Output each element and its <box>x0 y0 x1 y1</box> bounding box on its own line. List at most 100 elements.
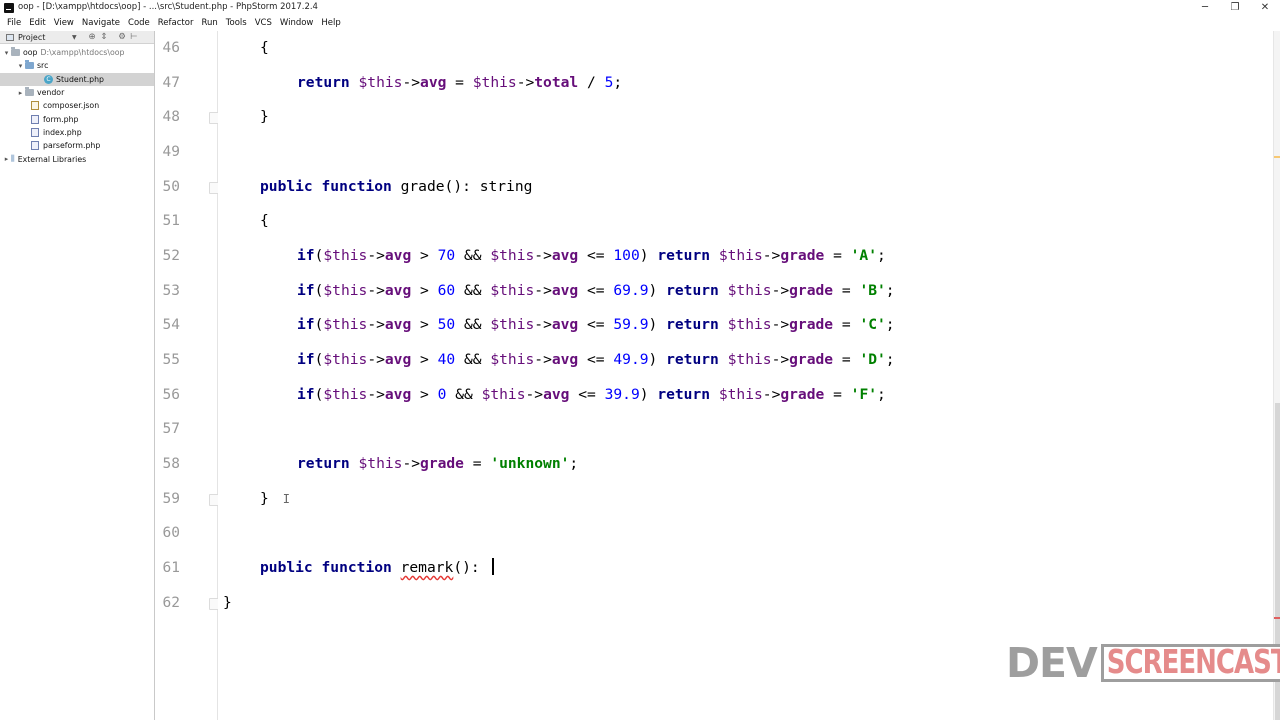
line-number: 59 <box>162 491 180 507</box>
php-class-icon: C <box>44 74 53 84</box>
line-number: 60 <box>162 525 180 541</box>
close-button[interactable]: ✕ <box>1250 0 1280 16</box>
tree-item-index-php[interactable]: index.php <box>0 126 154 139</box>
tree-item-label: composer.json <box>43 101 100 111</box>
tree-item-parseform-php[interactable]: parseform.php <box>0 139 154 152</box>
watermark-screencast-box: SCREENCAST <box>1100 644 1280 682</box>
menu-tools[interactable]: Tools <box>222 18 251 28</box>
menu-code[interactable]: Code <box>124 18 154 28</box>
code-line-58: return $this->grade = 'unknown'; <box>297 455 579 472</box>
tree-item-external-libraries[interactable]: ▸ ⫼ External Libraries <box>0 152 154 165</box>
tree-item-label: External Libraries <box>17 154 87 164</box>
menu-file[interactable]: File <box>3 18 25 28</box>
tree-item-label: parseform.php <box>43 141 101 151</box>
project-panel-title: Project <box>18 32 46 42</box>
project-icon <box>6 33 14 41</box>
line-number: 56 <box>162 387 180 403</box>
error-marker[interactable] <box>1274 617 1280 619</box>
chevron-down-icon[interactable]: ▾ <box>16 62 25 70</box>
menu-run[interactable]: Run <box>197 18 221 28</box>
line-number: 50 <box>162 179 180 195</box>
code-line-47: return $this->avg = $this->total / 5; <box>297 74 623 91</box>
php-file-icon <box>31 127 39 137</box>
code-line-54: if($this->avg > 50 && $this->avg <= 59.9… <box>297 316 895 333</box>
folder-icon <box>25 87 34 97</box>
line-number: 57 <box>162 421 180 437</box>
devscreencast-watermark: DEV SCREENCAST <box>1006 641 1280 685</box>
warning-marker[interactable] <box>1274 156 1280 158</box>
code-line-46: { <box>260 39 269 56</box>
window-title: oop - [D:\xampp\htdocs\oop] - ...\src\St… <box>18 2 318 12</box>
code-editor[interactable]: { return $this->avg = $this->total / 5; … <box>218 31 1273 720</box>
tree-item-label: index.php <box>43 127 82 137</box>
line-number: 51 <box>162 213 180 229</box>
code-line-56: if($this->avg > 0 && $this->avg <= 39.9)… <box>297 386 886 403</box>
library-icon: ⫼ <box>11 154 15 164</box>
collapse-all-icon[interactable]: ⇕ <box>98 32 110 42</box>
editor-scrollbar[interactable] <box>1273 31 1280 720</box>
code-line-48: } <box>260 108 269 125</box>
line-number: 49 <box>162 144 180 160</box>
code-line-62: } <box>223 594 232 611</box>
hide-panel-icon[interactable]: ⊢ <box>128 32 140 42</box>
menu-window[interactable]: Window <box>276 18 318 28</box>
line-number: 58 <box>162 456 180 472</box>
menu-vcs[interactable]: VCS <box>251 18 276 28</box>
tree-item-form-php[interactable]: form.php <box>0 112 154 125</box>
tree-item-label: form.php <box>43 114 79 124</box>
minimize-button[interactable]: ─ <box>1190 0 1220 16</box>
tree-item-student-php[interactable]: C Student.php <box>0 72 154 86</box>
project-panel-toolbar: Project ▼ ⊕ ⇕ ⚙ ⊢ <box>0 31 154 44</box>
tree-item-label: Student.php <box>56 74 105 84</box>
locate-icon[interactable]: ⊕ <box>86 32 98 42</box>
title-bar: oop - [D:\xampp\htdocs\oop] - ...\src\St… <box>0 0 1280 16</box>
project-tree: ▾ oop D:\xampp\htdocs\oop ▾ src C Studen… <box>0 44 154 166</box>
menu-edit[interactable]: Edit <box>25 18 49 28</box>
mouse-ibeam-cursor-icon: I <box>282 492 291 506</box>
phpstorm-logo-icon <box>4 3 14 13</box>
code-line-59: } I <box>260 490 291 507</box>
json-file-icon <box>31 101 39 111</box>
tree-item-vendor[interactable]: ▸ vendor <box>0 86 154 99</box>
line-number: 47 <box>162 75 180 91</box>
tree-item-src[interactable]: ▾ src <box>0 59 154 72</box>
php-file-icon <box>31 114 39 124</box>
code-line-61: public function remark(): <box>260 557 495 579</box>
tree-item-composer-json[interactable]: composer.json <box>0 99 154 112</box>
folder-icon <box>11 47 20 57</box>
chevron-right-icon[interactable]: ▸ <box>2 155 11 163</box>
line-number: 61 <box>162 560 180 576</box>
line-number: 53 <box>162 283 180 299</box>
chevron-right-icon[interactable]: ▸ <box>16 89 25 97</box>
menu-view[interactable]: View <box>50 18 78 28</box>
chevron-down-icon[interactable]: ▼ <box>72 34 86 41</box>
line-number: 62 <box>162 595 180 611</box>
watermark-dev: DEV <box>1006 639 1098 687</box>
error-squiggle: remark <box>400 559 454 576</box>
text-caret <box>492 558 495 575</box>
source-folder-icon <box>25 60 34 70</box>
menu-help[interactable]: Help <box>317 18 344 28</box>
chevron-down-icon[interactable]: ▾ <box>2 49 11 57</box>
menu-refactor[interactable]: Refactor <box>154 18 198 28</box>
code-line-55: if($this->avg > 40 && $this->avg <= 49.9… <box>297 351 895 368</box>
line-number: 46 <box>162 40 180 56</box>
tree-item-oop[interactable]: ▾ oop D:\xampp\htdocs\oop <box>0 46 154 59</box>
line-number: 54 <box>162 317 180 333</box>
code-line-51: { <box>260 212 269 229</box>
watermark-screencast: SCREENCAST <box>1106 644 1280 682</box>
editor-gutter: 46 47 48 49 50 51 52 53 54 55 56 57 58 5… <box>156 31 219 720</box>
code-line-52: if($this->avg > 70 && $this->avg <= 100)… <box>297 247 886 264</box>
tree-item-label: oop <box>23 48 38 58</box>
code-line-50: public function grade(): string <box>260 178 533 195</box>
tree-item-label: src <box>37 61 49 71</box>
tree-item-path: D:\xampp\htdocs\oop <box>40 48 125 58</box>
restore-button[interactable]: ❐ <box>1220 0 1250 16</box>
code-line-53: if($this->avg > 60 && $this->avg <= 69.9… <box>297 282 895 299</box>
line-number: 48 <box>162 109 180 125</box>
tree-item-label: vendor <box>37 88 65 98</box>
project-view-selector[interactable]: Project <box>0 33 70 42</box>
gear-icon[interactable]: ⚙ <box>116 32 128 42</box>
php-file-icon <box>31 141 39 151</box>
menu-navigate[interactable]: Navigate <box>78 18 124 28</box>
